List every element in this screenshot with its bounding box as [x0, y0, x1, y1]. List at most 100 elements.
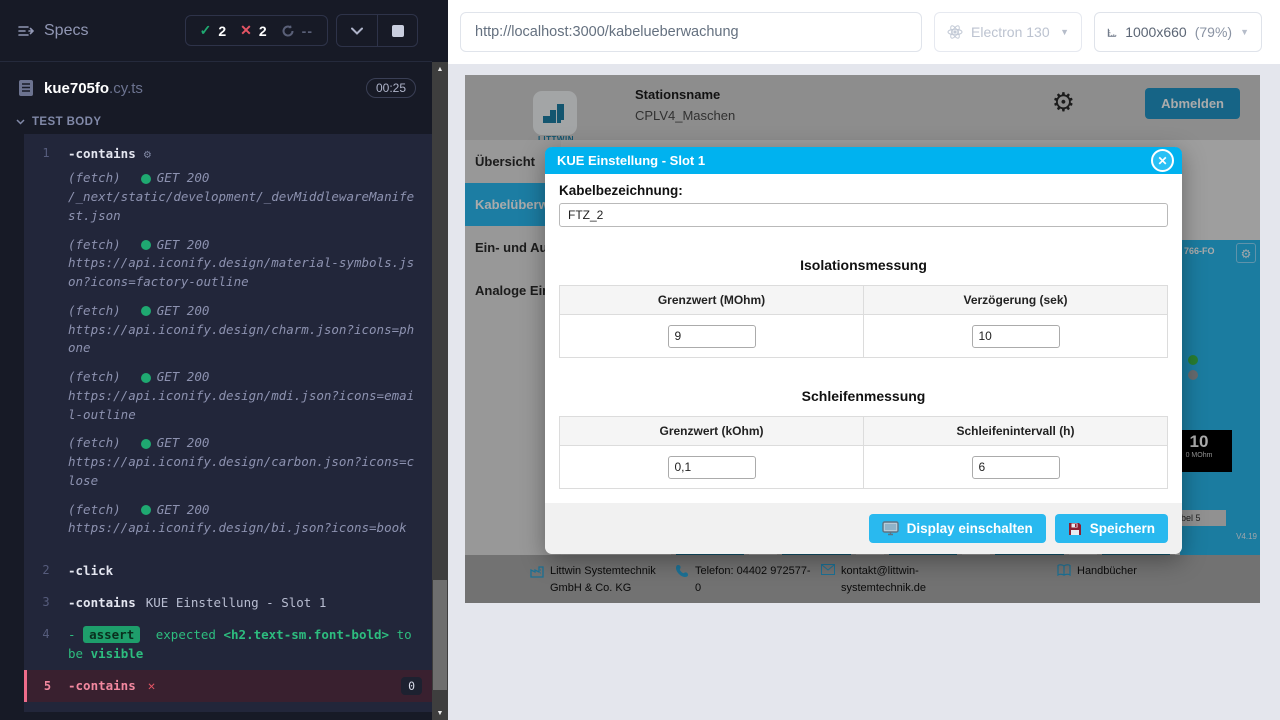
loop-grenzwert-input[interactable] — [668, 456, 756, 479]
scroll-up-icon[interactable]: ▲ — [432, 62, 448, 76]
specs-list-icon — [18, 24, 34, 38]
command-arg: KUE Einstellung - Slot 1 — [146, 595, 327, 610]
assert-text: expected — [156, 627, 216, 642]
viewport-size: 1000x660 — [1125, 24, 1187, 40]
command-assert[interactable]: 4 - assert expected <h2.text-sm.font-bol… — [24, 619, 432, 669]
command-name: -contains — [68, 677, 136, 695]
fetch-log[interactable]: (fetch)GET 200 https://api.iconify.desig… — [68, 368, 422, 424]
fetch-log[interactable]: (fetch)GET 200 https://api.iconify.desig… — [68, 236, 422, 292]
command-contains-1[interactable]: 1 -contains ⚙ (fetch)GET 200 /_next/stati… — [24, 138, 432, 555]
viewport-zoom: (79%) — [1195, 24, 1232, 40]
url-input[interactable] — [460, 12, 922, 52]
modal-header: KUE Einstellung - Slot 1 ✕ — [545, 147, 1182, 174]
specs-menu-button[interactable]: Specs — [18, 22, 88, 40]
line-number: 4 — [24, 626, 68, 662]
fetch-log[interactable]: (fetch)GET 200 https://api.iconify.desig… — [68, 501, 422, 539]
fetch-log[interactable]: (fetch)GET 200 https://api.iconify.desig… — [68, 434, 422, 490]
iso-col2-header: Verzögerung (sek) — [864, 286, 1168, 315]
iso-table: Grenzwert (MOhm) Verzögerung (sek) — [559, 285, 1168, 358]
reporter-header: Specs ✓2 ✕2 -- — [0, 0, 432, 62]
iso-grenzwert-input[interactable] — [668, 325, 756, 348]
viewport-selector[interactable]: 1000x660 (79%) ▼ — [1094, 12, 1262, 52]
fetch-log[interactable]: (fetch)GET 200 /_next/static/development… — [68, 169, 422, 225]
command-name: -contains — [68, 146, 136, 161]
restart-icon — [281, 24, 295, 38]
fetch-url: https://api.iconify.design/bi.json?icons… — [68, 519, 418, 538]
scroll-down-icon[interactable]: ▼ — [432, 706, 448, 720]
status-dot-icon — [141, 174, 151, 184]
chevron-down-icon: ▼ — [1240, 27, 1249, 37]
specs-label: Specs — [44, 22, 88, 40]
test-body-toggle[interactable]: TEST BODY — [0, 108, 432, 134]
command-click[interactable]: 2 -click — [24, 555, 432, 587]
assert-dash: - — [68, 627, 76, 642]
electron-icon — [947, 24, 963, 40]
stat-pending: -- — [281, 23, 313, 39]
status-dot-icon — [141, 373, 151, 383]
stop-button[interactable] — [377, 15, 417, 46]
test-stats: ✓2 ✕2 -- — [185, 15, 328, 46]
close-button[interactable]: ✕ — [1151, 149, 1174, 172]
loop-intervall-input[interactable] — [972, 456, 1060, 479]
check-icon: ✓ — [200, 22, 212, 39]
command-contains-failed[interactable]: 5 -contains ✕ 0 — [24, 670, 432, 703]
reporter-scrollbar[interactable]: ▲ ▼ — [432, 0, 448, 720]
command-name: -click — [68, 563, 113, 578]
scrollbar-thumb[interactable] — [433, 580, 447, 690]
modal-footer: Display einschalten Speichern — [545, 503, 1182, 554]
ruler-icon — [1107, 25, 1117, 40]
kue-settings-modal: KUE Einstellung - Slot 1 ✕ Kabelbezeichn… — [545, 147, 1182, 554]
aut-pane: Electron 130 ▼ 1000x660 (79%) ▼ LITTWIN … — [448, 0, 1280, 720]
command-contains-3[interactable]: 3 -containsKUE Einstellung - Slot 1 — [24, 587, 432, 619]
modal-title: KUE Einstellung - Slot 1 — [557, 153, 705, 168]
iso-verzoegerung-input[interactable] — [972, 325, 1060, 348]
spec-file-icon — [18, 79, 34, 97]
fail-x-icon: ✕ — [148, 677, 156, 695]
line-number: 1 — [24, 145, 68, 548]
save-button[interactable]: Speichern — [1055, 514, 1168, 543]
floppy-disk-icon — [1068, 522, 1082, 536]
line-number: 5 — [27, 678, 68, 693]
chevron-down-icon — [16, 119, 25, 125]
loop-section-title: Schleifenmessung — [559, 388, 1168, 404]
cypress-reporter: Specs ✓2 ✕2 -- kue705fo.cy.ts 00:25 TEST… — [0, 0, 432, 720]
scrollbar-track[interactable]: ▲ ▼ — [432, 62, 448, 720]
fetch-log[interactable]: (fetch)GET 200 https://api.iconify.desig… — [68, 302, 422, 358]
stop-icon — [392, 25, 404, 37]
assert-text-bold: visible — [91, 646, 144, 661]
status-dot-icon — [141, 306, 151, 316]
chevron-down-icon — [351, 27, 363, 35]
line-number: 3 — [24, 594, 68, 612]
stat-passed: ✓2 — [200, 22, 227, 39]
retry-count-badge: 0 — [401, 677, 422, 696]
test-body-label: TEST BODY — [32, 116, 101, 128]
line-number: 2 — [24, 562, 68, 580]
spec-duration-badge: 00:25 — [366, 78, 416, 98]
collapse-button[interactable] — [337, 15, 377, 46]
run-controls — [336, 14, 418, 47]
fetch-url: /_next/static/development/_devMiddleware… — [68, 188, 418, 226]
loop-col1-header: Grenzwert (kOhm) — [560, 417, 864, 446]
browser-selector[interactable]: Electron 130 ▼ — [934, 12, 1082, 52]
fetch-url: https://api.iconify.design/mdi.json?icon… — [68, 387, 418, 425]
loop-table: Grenzwert (kOhm) Schleifenintervall (h) — [559, 416, 1168, 489]
iso-section-title: Isolationsmessung — [559, 257, 1168, 273]
kabel-label: Kabelbezeichnung: — [559, 183, 1168, 198]
display-on-button[interactable]: Display einschalten — [869, 514, 1046, 543]
status-dot-icon — [141, 240, 151, 250]
gear-icon: ⚙ — [144, 147, 151, 161]
fetch-url: https://api.iconify.design/material-symb… — [68, 254, 418, 292]
kabelbezeichnung-input[interactable] — [559, 203, 1168, 227]
chevron-down-icon: ▼ — [1060, 27, 1069, 37]
iso-col1-header: Grenzwert (MOhm) — [560, 286, 864, 315]
assert-badge: assert — [83, 626, 140, 643]
assert-selector: <h2.text-sm.font-bold> — [224, 627, 390, 642]
spec-name: kue705fo.cy.ts — [44, 80, 143, 97]
x-icon: ✕ — [240, 22, 252, 39]
status-dot-icon — [141, 505, 151, 515]
browser-name: Electron 130 — [971, 24, 1050, 40]
aut-toolbar: Electron 130 ▼ 1000x660 (79%) ▼ — [448, 0, 1280, 64]
command-log: 1 -contains ⚙ (fetch)GET 200 /_next/stati… — [24, 134, 432, 712]
loop-col2-header: Schleifenintervall (h) — [864, 417, 1168, 446]
spec-row[interactable]: kue705fo.cy.ts 00:25 — [0, 62, 432, 108]
